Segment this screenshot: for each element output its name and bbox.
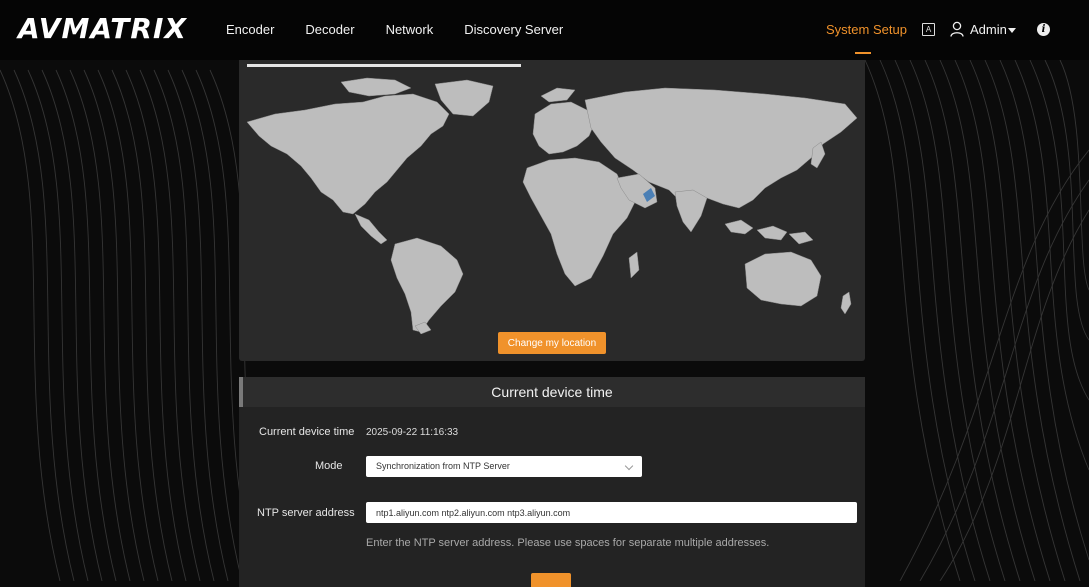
current-time-value: 2025-09-22 11:16:33 <box>366 427 459 438</box>
mode-select-value: Synchronization from NTP Server <box>376 461 510 471</box>
ntp-label: NTP server address <box>257 507 355 519</box>
nav-network[interactable]: Network <box>386 0 434 60</box>
save-button[interactable] <box>531 573 571 587</box>
main-nav: Encoder Decoder Network Discovery Server <box>226 0 594 60</box>
active-tab-indicator <box>855 52 871 54</box>
language-icon[interactable]: A <box>922 23 935 36</box>
chevron-down-icon <box>624 461 634 471</box>
change-location-button[interactable]: Change my location <box>498 332 606 354</box>
nav-decoder[interactable]: Decoder <box>305 0 354 60</box>
info-icon[interactable]: i <box>1037 23 1050 36</box>
user-icon[interactable] <box>950 21 964 37</box>
chevron-down-icon[interactable] <box>1008 28 1016 33</box>
nav-discovery-server[interactable]: Discovery Server <box>464 0 563 60</box>
top-navigation-bar: AVMATRIX Encoder Decoder Network Discove… <box>0 0 1089 60</box>
logo-part-matrix: MATRIX <box>61 12 187 45</box>
ntp-hint: Enter the NTP server address. Please use… <box>366 537 770 549</box>
device-time-title: Current device time <box>491 384 613 400</box>
ntp-server-input[interactable] <box>366 502 857 523</box>
logo-part-av: AV <box>18 12 62 45</box>
device-time-panel: Current device time Current device time … <box>239 377 865 587</box>
mode-select[interactable]: Synchronization from NTP Server <box>366 456 642 477</box>
avmatrix-logo[interactable]: AVMATRIX <box>18 13 187 45</box>
map-tab-indicator <box>247 64 521 67</box>
user-menu[interactable]: Admin <box>970 0 1007 60</box>
world-map[interactable] <box>245 74 859 334</box>
current-time-label: Current device time <box>259 426 355 438</box>
mode-label: Mode <box>315 460 343 472</box>
nav-encoder[interactable]: Encoder <box>226 0 274 60</box>
nav-system-setup[interactable]: System Setup <box>826 0 907 60</box>
world-map-panel: Change my location <box>239 60 865 361</box>
